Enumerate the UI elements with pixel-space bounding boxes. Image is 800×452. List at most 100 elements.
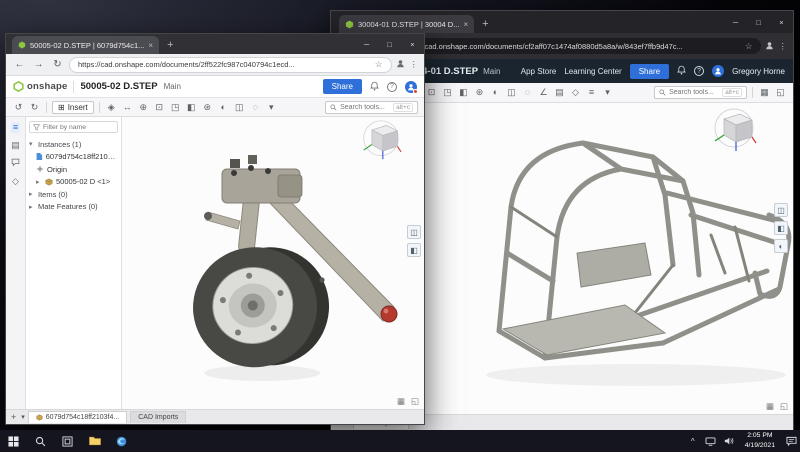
browser-menu-icon[interactable]: ⋮ — [779, 41, 788, 52]
appearance-icon[interactable]: ◐ — [217, 103, 230, 112]
forward-icon[interactable]: → — [31, 60, 46, 70]
bookmark-star-icon[interactable]: ☆ — [375, 59, 383, 70]
help-icon[interactable]: ? — [694, 66, 704, 76]
comments-icon[interactable] — [11, 158, 20, 169]
appearance-icon[interactable]: ◐ — [489, 88, 502, 97]
doc-tab-cad-imports[interactable]: CAD Imports — [130, 411, 186, 423]
branch-label[interactable]: Main — [483, 67, 500, 76]
doc-tab-assembly[interactable]: 6079d754c18ff2103f4... — [28, 411, 127, 423]
tree-section-instances[interactable]: ▾ Instances (1) — [29, 138, 118, 151]
notifications-bell-icon[interactable] — [370, 78, 379, 96]
taskbar-clock[interactable]: 2:05 PM 4/19/2021 — [738, 430, 782, 452]
fullscreen-icon[interactable]: ◱ — [411, 396, 419, 407]
tab-close-icon[interactable]: × — [463, 20, 468, 29]
grid-icon[interactable]: ▦ — [766, 401, 774, 412]
tree-section-mate-features[interactable]: ▸ Mate Features (0) — [29, 201, 118, 214]
taskbar-search-button[interactable] — [27, 430, 54, 452]
chevron-down-icon[interactable]: ▾ — [29, 140, 35, 148]
grid-icon[interactable]: ▦ — [397, 396, 405, 407]
section-view-icon[interactable]: ◧ — [457, 88, 470, 97]
versions-icon[interactable]: ◇ — [12, 177, 19, 186]
redo-icon[interactable]: ↻ — [28, 103, 41, 112]
3d-viewport[interactable]: ◫ ◧ ▦ ◱ — [122, 117, 424, 409]
section-view-icon[interactable]: ◧ — [185, 103, 198, 112]
hide-show-icon[interactable]: ◌ — [249, 103, 262, 112]
isometric-icon[interactable]: ◇ — [569, 88, 582, 97]
search-tools-box[interactable]: alt+c — [325, 101, 418, 114]
refresh-icon[interactable]: ↻ — [50, 60, 65, 70]
back-icon[interactable]: ← — [12, 60, 27, 70]
new-tab-button[interactable]: + — [167, 40, 173, 54]
view-cube-icon[interactable]: ◳ — [169, 103, 182, 112]
hide-show-icon[interactable]: ◌ — [521, 88, 534, 97]
view-cube[interactable] — [711, 107, 757, 158]
add-tab-button[interactable]: + — [9, 413, 18, 422]
search-tools-box[interactable]: alt+c — [654, 86, 747, 99]
onshape-logo[interactable]: onshape — [13, 81, 67, 92]
bookmark-star-icon[interactable]: ☆ — [745, 41, 753, 52]
browser-menu-icon[interactable]: ⋮ — [410, 59, 419, 70]
tree-item-origin[interactable]: Origin — [29, 163, 118, 176]
tree-section-items[interactable]: ▸ Items (0) — [29, 188, 118, 201]
exploded-view-icon[interactable]: ⊛ — [201, 103, 214, 112]
section-tool-button[interactable]: ◧ — [407, 243, 421, 257]
orient-view-icon[interactable]: ◈ — [105, 103, 118, 112]
display-options-button[interactable]: ◫ — [407, 225, 421, 239]
zoom-fit-icon[interactable]: ⊡ — [153, 103, 166, 112]
display-options-button[interactable]: ◫ — [774, 203, 788, 217]
view-cube-icon[interactable]: ◳ — [441, 88, 454, 97]
browser-tab[interactable]: 50005-02 D.STEP | 6079d754c1... × — [12, 36, 159, 54]
share-button[interactable]: Share — [630, 64, 669, 79]
insert-button[interactable]: ⊞ Insert — [52, 101, 94, 114]
profile-icon[interactable] — [765, 41, 774, 52]
volume-icon[interactable] — [720, 430, 738, 452]
zoom-icon[interactable]: ⊕ — [137, 103, 150, 112]
file-explorer-button[interactable] — [81, 430, 108, 452]
app-store-link[interactable]: App Store — [521, 67, 557, 76]
features-panel-icon[interactable]: ▤ — [11, 141, 20, 150]
help-icon[interactable]: ? — [387, 82, 397, 92]
tab-close-icon[interactable]: × — [148, 41, 153, 50]
view-cube[interactable] — [360, 119, 402, 166]
browser-tab[interactable]: 30004-01 D.STEP | 30004 D... × — [339, 15, 474, 33]
maximize-button[interactable]: □ — [378, 34, 401, 54]
appearance-button[interactable]: ◐ — [774, 239, 788, 253]
fullscreen-icon[interactable]: ◱ — [780, 401, 788, 412]
chevron-down-icon[interactable]: ▾ — [265, 103, 278, 112]
network-icon[interactable] — [702, 430, 720, 452]
search-tools-input[interactable] — [669, 89, 719, 96]
named-views-icon[interactable]: ▤ — [553, 88, 566, 97]
instances-panel-icon[interactable]: ≡ — [11, 122, 20, 133]
chevron-right-icon[interactable]: ▸ — [29, 203, 35, 211]
zoom-fit-icon[interactable]: ⊡ — [425, 88, 438, 97]
minimize-button[interactable]: ─ — [355, 34, 378, 54]
start-button[interactable] — [0, 430, 27, 452]
new-tab-button[interactable]: + — [482, 19, 488, 33]
section-tool-button[interactable]: ◧ — [774, 221, 788, 235]
grid-icon[interactable]: ▦ — [758, 88, 771, 97]
undo-icon[interactable]: ↺ — [12, 103, 25, 112]
tree-item-document[interactable]: 6079d754c18ff2103f4dc... — [29, 151, 118, 164]
tray-expand-button[interactable]: ^ — [684, 430, 702, 452]
edge-browser-button[interactable] — [108, 430, 135, 452]
pan-icon[interactable]: ↔ — [121, 103, 134, 112]
user-name[interactable]: Gregory Horne — [732, 67, 785, 76]
search-tools-input[interactable] — [340, 104, 390, 111]
fullscreen-icon[interactable]: ◱ — [774, 88, 787, 97]
chevron-right-icon[interactable]: ▸ — [36, 178, 42, 186]
url-field[interactable]: https://cad.onshape.com/documents/2ff522… — [69, 57, 392, 73]
minimize-button[interactable]: ─ — [724, 11, 747, 33]
action-center-button[interactable] — [782, 430, 800, 452]
list-icon[interactable]: ≡ — [585, 88, 598, 97]
profile-icon[interactable] — [396, 59, 405, 70]
display-mode-icon[interactable]: ◫ — [233, 103, 246, 112]
maximize-button[interactable]: □ — [747, 11, 770, 33]
learning-center-link[interactable]: Learning Center — [564, 67, 621, 76]
user-avatar[interactable] — [405, 81, 417, 93]
share-button[interactable]: Share — [323, 79, 362, 94]
close-button[interactable]: × — [401, 34, 424, 54]
branch-label[interactable]: Main — [164, 82, 181, 91]
tree-item-part[interactable]: ▸ 50005-02 D <1> — [29, 176, 118, 189]
exploded-view-icon[interactable]: ⊛ — [473, 88, 486, 97]
url-field[interactable]: https://cad.onshape.com/documents/cf2aff… — [394, 38, 761, 54]
